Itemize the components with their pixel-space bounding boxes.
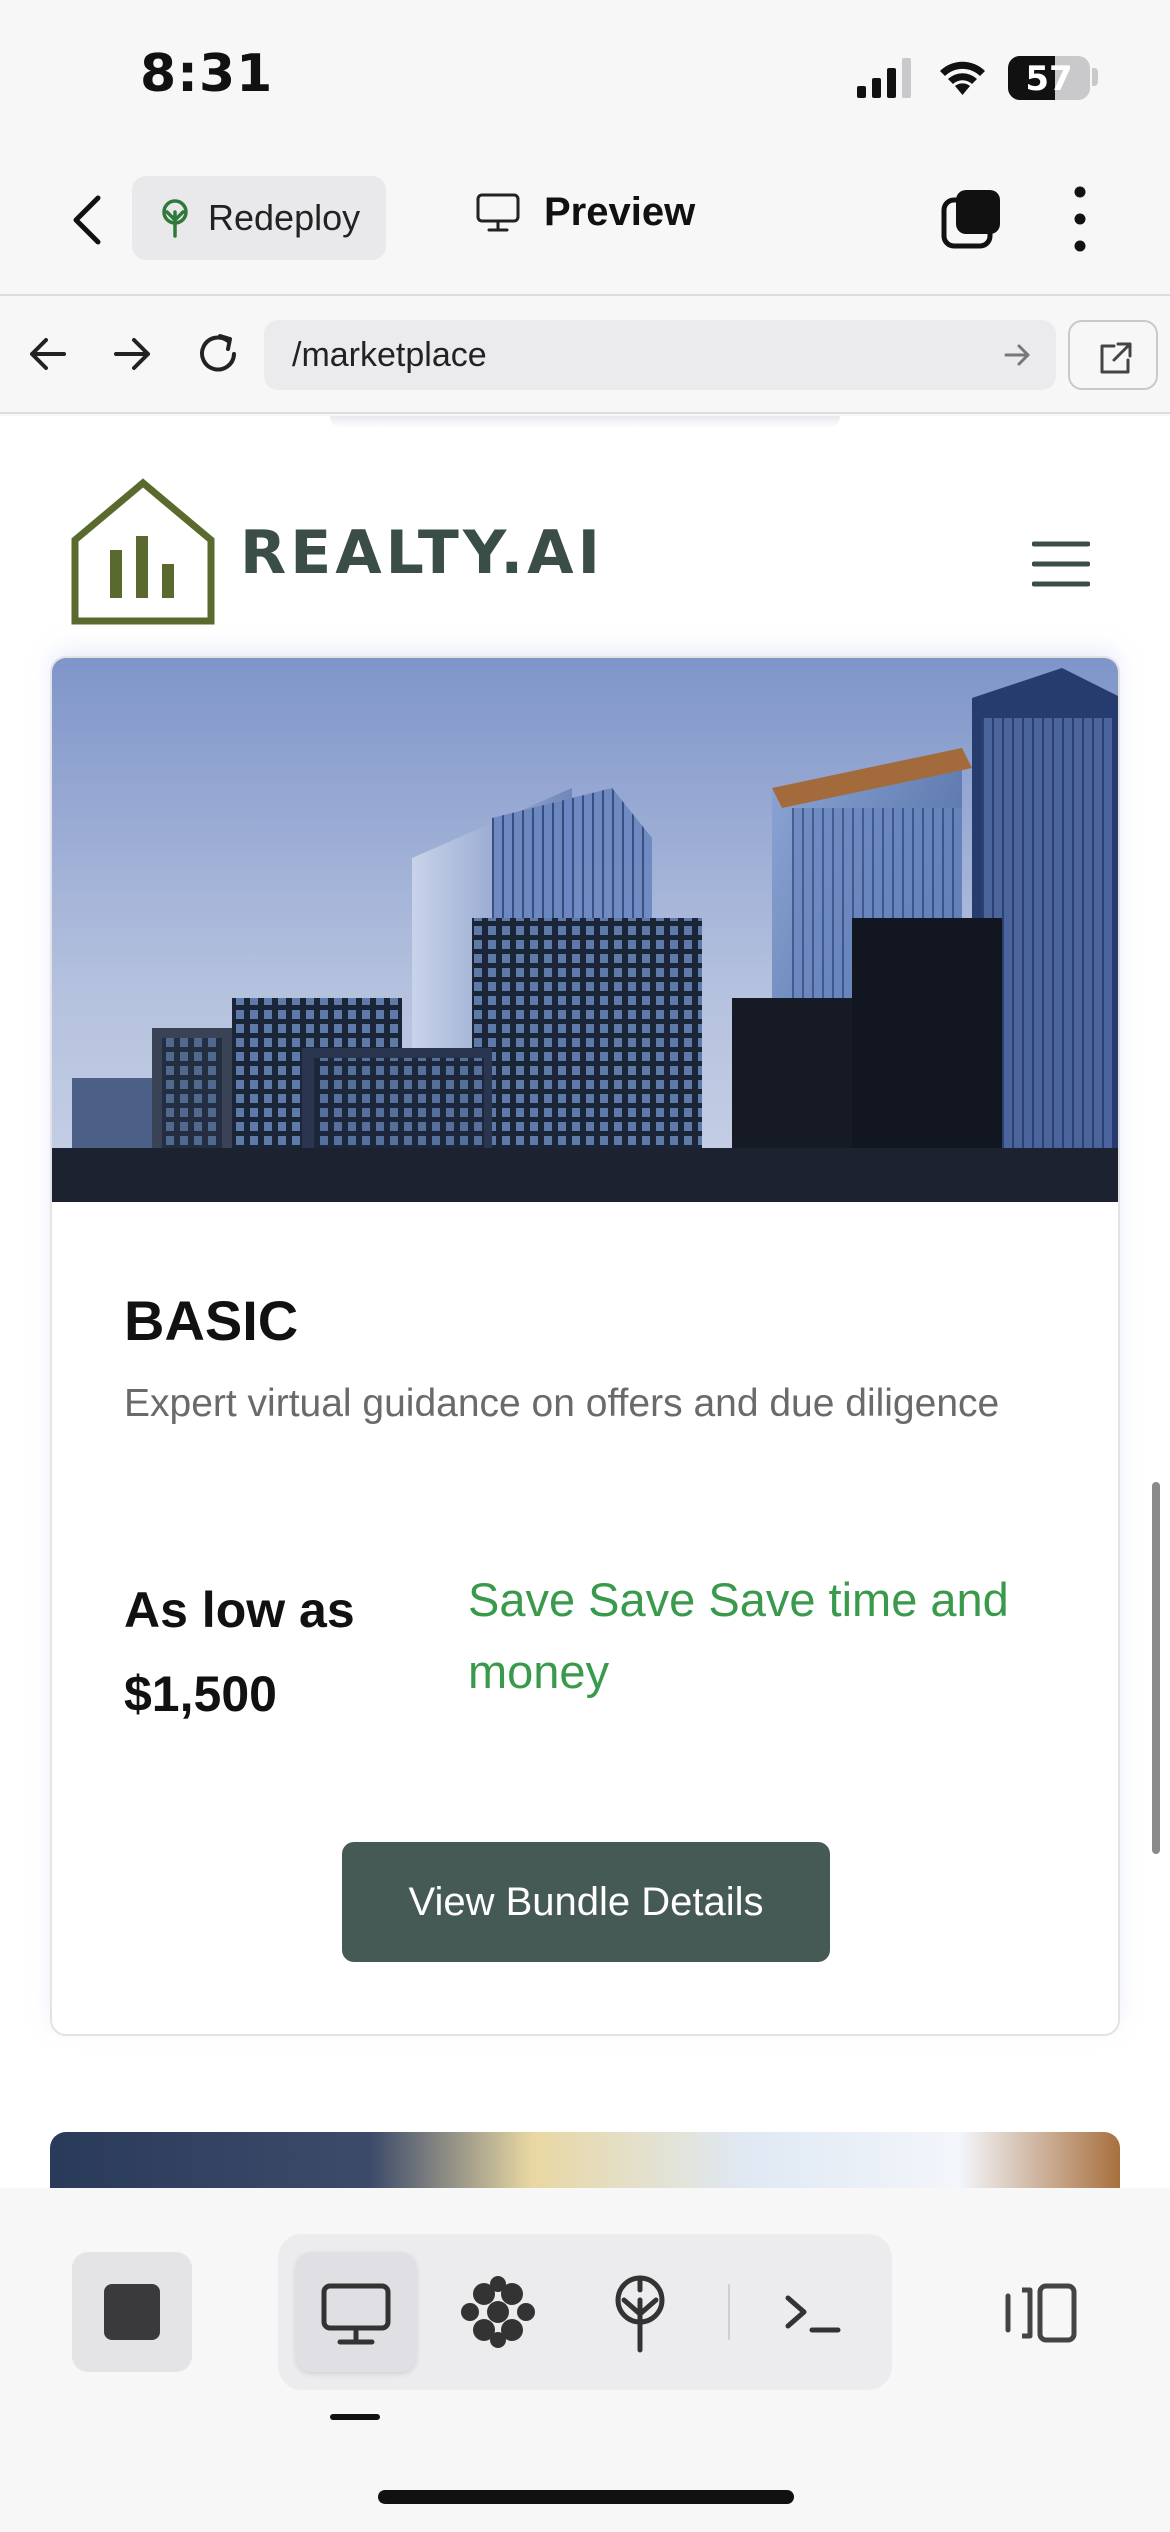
home-indicator[interactable] (378, 2490, 794, 2504)
app-screen: 8:31 57 Redeploy Preview /marketplace RE… (0, 0, 1170, 2532)
status-time: 8:31 (140, 44, 274, 104)
monitor-icon (476, 193, 520, 231)
redeploy-button[interactable]: Redeploy (132, 176, 386, 260)
bundle-card: BASIC Expert virtual guidance on offers … (50, 656, 1120, 2036)
deploy-icon (615, 2275, 665, 2353)
external-link-icon (1100, 342, 1132, 374)
panel-toggle-icon[interactable] (1000, 2278, 1080, 2348)
deploy-button[interactable] (580, 2252, 700, 2372)
url-input[interactable]: /marketplace (264, 320, 1056, 390)
house-logo-icon[interactable] (70, 478, 216, 626)
redeploy-label: Redeploy (208, 197, 361, 238)
battery-percent: 57 (1025, 59, 1073, 99)
page-scrollbar[interactable] (1152, 1482, 1160, 1854)
bottom-toolbar (0, 2188, 1170, 2532)
battery-icon: 57 (1008, 56, 1090, 100)
wifi-icon (940, 61, 985, 95)
tabs-icon[interactable] (940, 186, 1004, 250)
savings-text: Save Save Save time and money (468, 1573, 1009, 1698)
stop-button[interactable] (72, 2252, 192, 2372)
brand-name[interactable]: REALTY.AI (240, 518, 604, 588)
view-bundle-details-button[interactable]: View Bundle Details (342, 1842, 830, 1962)
preview-label: Preview (544, 190, 696, 234)
preview-tab[interactable]: Preview (476, 190, 695, 235)
city-skyline-image (52, 658, 1118, 1202)
more-options-icon[interactable] (1060, 184, 1100, 254)
status-bar: 8:31 57 (0, 0, 1170, 160)
app-bar: Redeploy Preview (0, 160, 1170, 296)
stop-icon (104, 2284, 160, 2340)
deploy-tree-icon (162, 199, 188, 238)
plan-price: As low as $1,500 (124, 1582, 355, 1722)
browser-back-icon[interactable] (20, 326, 76, 382)
web-content: REALTY.AI BASIC Expert virtual guidance … (0, 416, 1170, 2188)
active-tab-indicator (330, 2414, 380, 2420)
go-arrow-icon[interactable] (1000, 338, 1034, 372)
browser-url-bar: /marketplace (0, 296, 1170, 414)
desktop-icon (321, 2283, 391, 2345)
back-chevron-icon[interactable] (60, 190, 120, 250)
url-text: /marketplace (292, 335, 487, 374)
toolbar-divider (728, 2284, 730, 2340)
terminal-button[interactable] (754, 2252, 874, 2372)
view-switcher (278, 2234, 892, 2390)
extensions-icon (461, 2276, 535, 2348)
plan-title: BASIC (124, 1289, 299, 1352)
hamburger-menu-icon[interactable] (1032, 540, 1090, 588)
site-header: REALTY.AI (0, 456, 1170, 625)
browser-forward-icon[interactable] (104, 326, 160, 382)
plan-description: Expert virtual guidance on offers and du… (124, 1382, 1000, 1425)
terminal-icon (785, 2295, 841, 2333)
extensions-button[interactable] (438, 2252, 558, 2372)
header-shadow (330, 416, 840, 428)
reload-icon[interactable] (190, 326, 246, 382)
desktop-view-button[interactable] (296, 2252, 416, 2372)
battery-tip (1092, 68, 1098, 86)
open-external-button[interactable] (1068, 320, 1158, 390)
signal-icon (857, 58, 911, 98)
next-bundle-card (50, 2132, 1120, 2188)
